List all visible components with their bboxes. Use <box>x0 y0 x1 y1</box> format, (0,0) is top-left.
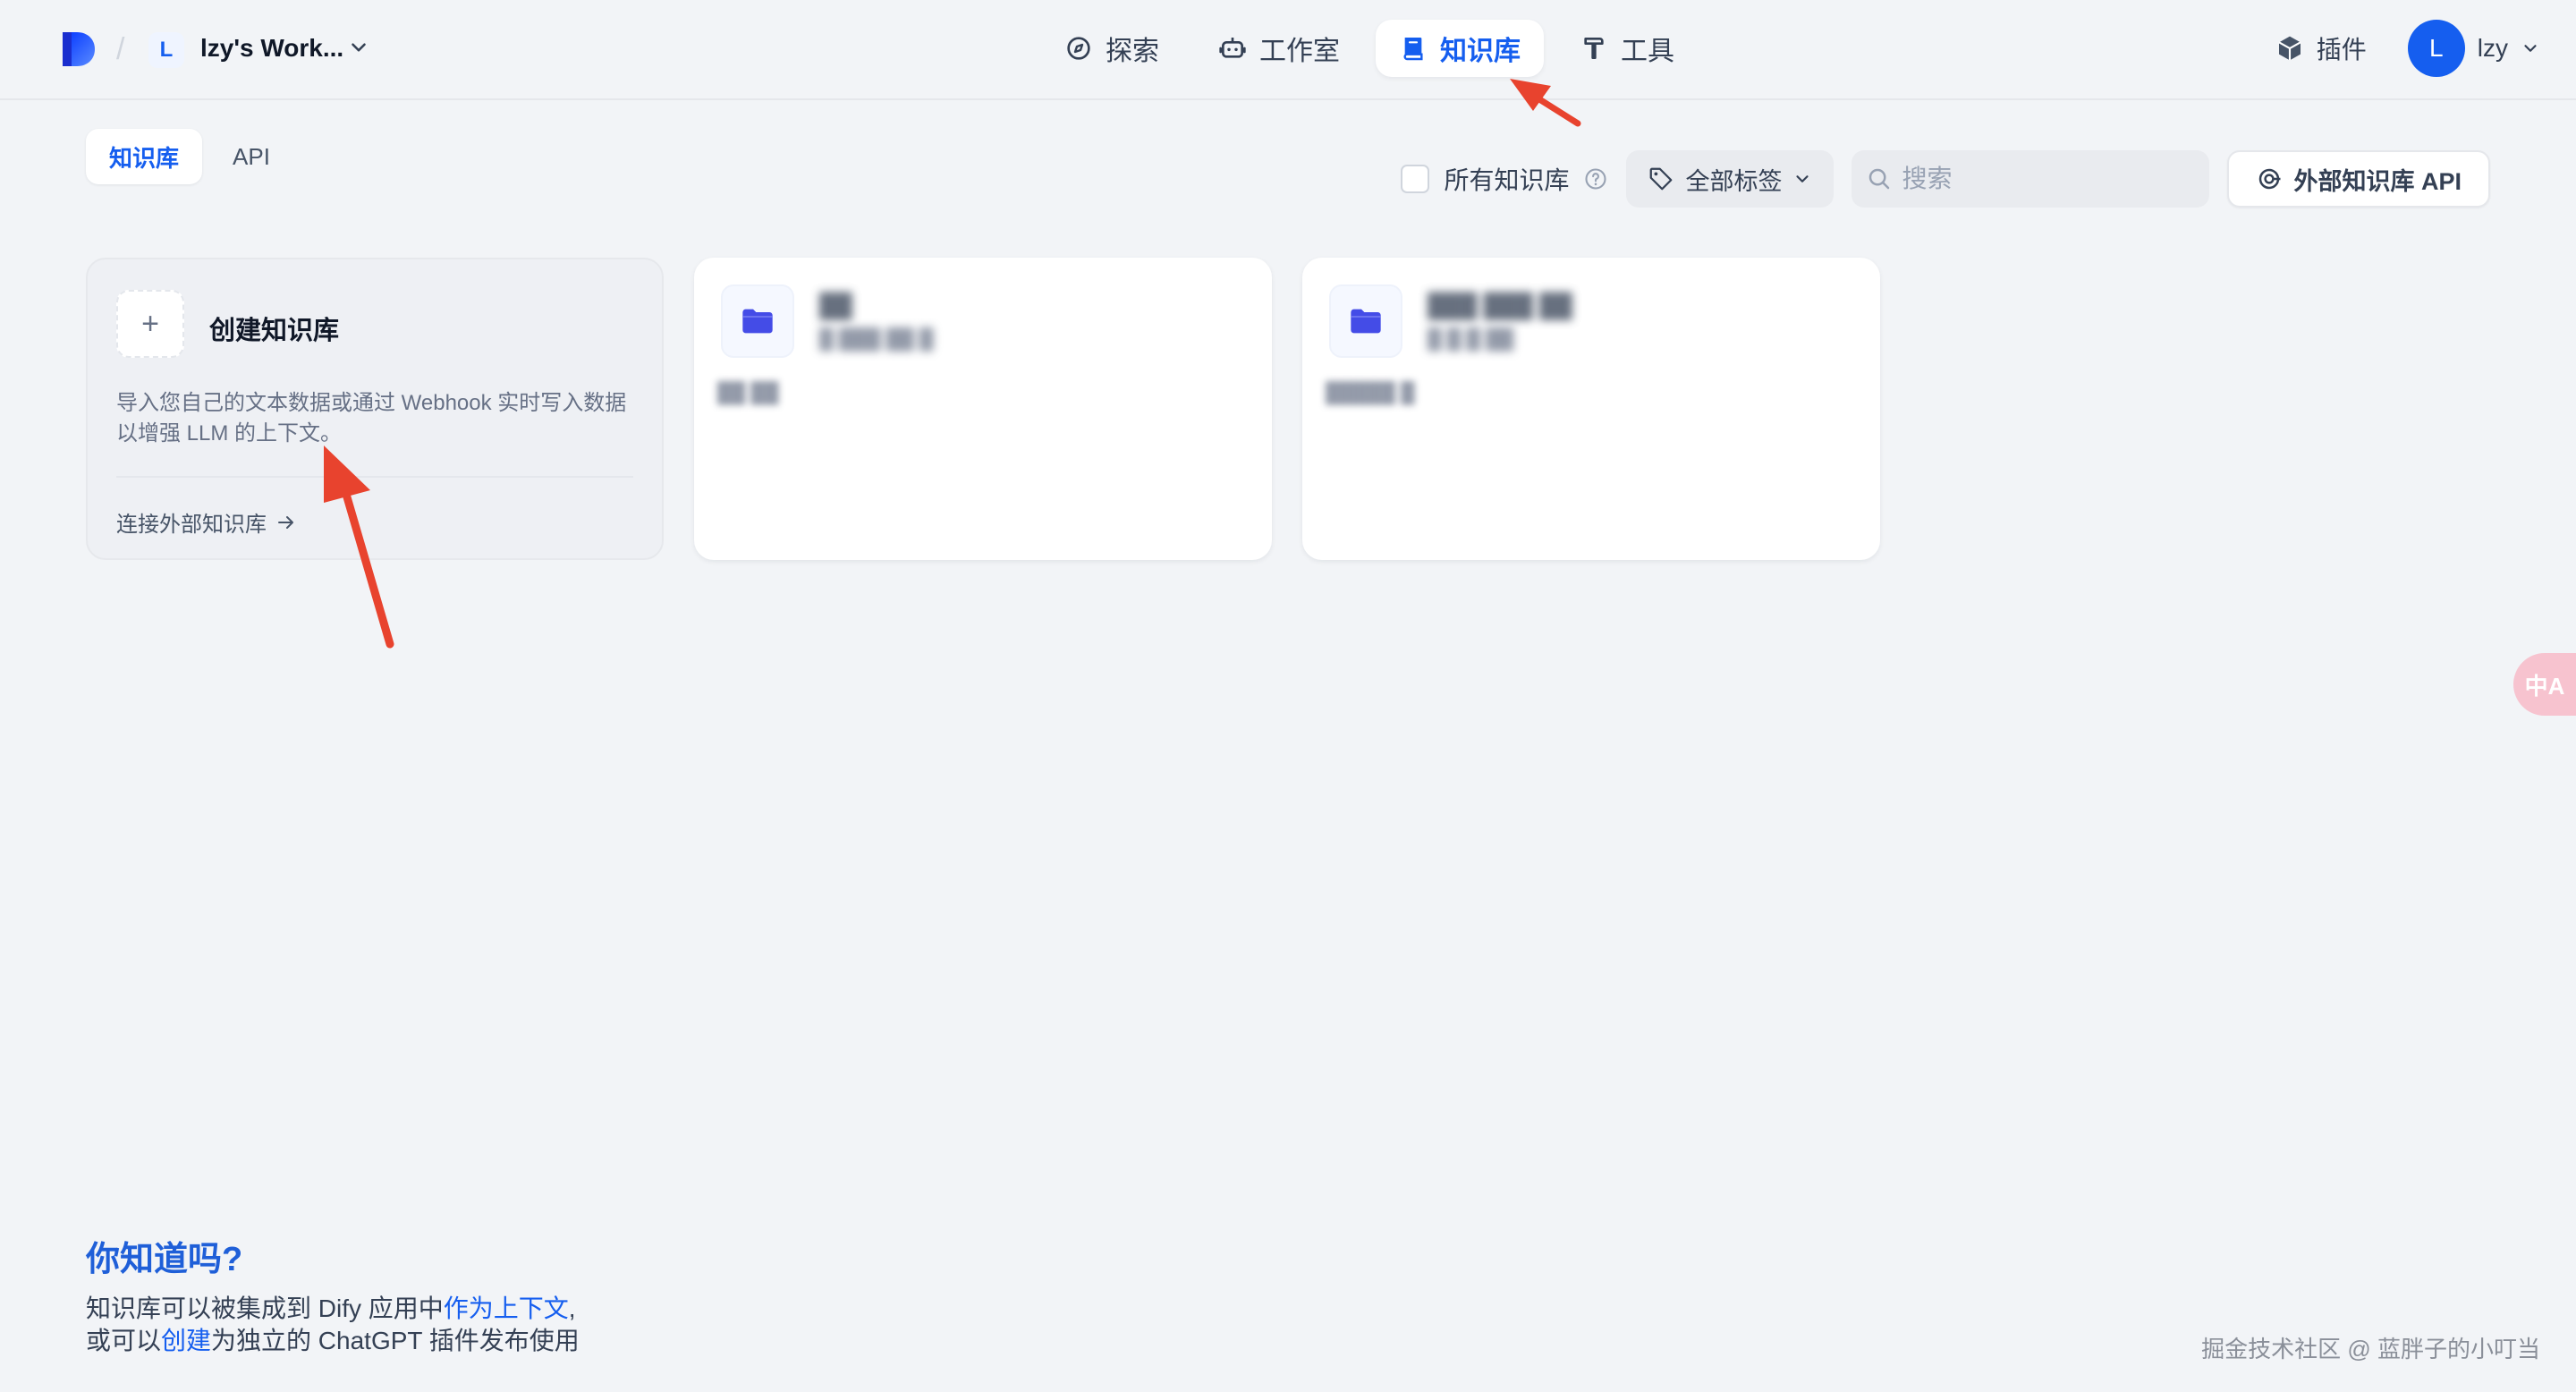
tip-line-2: 或可以创建为独立的 ChatGPT 插件发布使用 <box>86 1325 580 1357</box>
book-icon <box>1403 38 1423 61</box>
nav-studio[interactable]: 工作室 <box>1195 20 1363 77</box>
tag-icon <box>1650 167 1673 191</box>
search-input[interactable] <box>1902 165 2196 193</box>
kb-icon-box <box>721 284 794 358</box>
all-knowledge-label: 所有知识库 <box>1444 166 1570 194</box>
all-knowledge-filter[interactable]: 所有知识库 <box>1401 161 1608 197</box>
nav-explore[interactable]: 探索 <box>1041 20 1182 77</box>
tag-filter-label: 全部标签 <box>1685 167 1783 195</box>
tip-line-1: 知识库可以被集成到 Dify 应用中作为上下文, <box>86 1293 580 1325</box>
plugins-button[interactable]: 插件 <box>2258 20 2385 77</box>
workspace-avatar[interactable]: L <box>148 32 184 68</box>
kb-meta: █ ███ ██ █ <box>819 327 934 350</box>
chevron-down-icon[interactable] <box>347 36 370 59</box>
dify-logo-icon[interactable] <box>59 30 97 68</box>
cube-icon <box>2278 36 2301 61</box>
search-icon <box>1869 168 1890 190</box>
breadcrumb-separator: / <box>116 32 125 66</box>
chevron-down-icon <box>1796 175 1809 182</box>
kb-icon-box <box>1329 284 1402 358</box>
top-bar: / L lzy's Work... 探索 工作室 知识库 工具 插件 L lzy <box>0 0 2576 100</box>
tip-link-create[interactable]: 创建 <box>161 1327 211 1354</box>
knowledge-card[interactable]: ███ ███ ██ █ █ █ ██ █████ █ <box>1302 258 1880 560</box>
tab-knowledge[interactable]: 知识库 <box>86 129 203 184</box>
nav-tools[interactable]: 工具 <box>1556 20 1698 77</box>
user-menu[interactable]: L lzy <box>2407 20 2540 77</box>
nav-explore-label: 探索 <box>1106 37 1159 66</box>
robot-icon <box>1219 38 1246 58</box>
nav-knowledge-label: 知识库 <box>1440 37 1521 66</box>
external-api-button[interactable]: 外部知识库 API <box>2227 150 2490 208</box>
tip-text: 为独立的 ChatGPT 插件发布使用 <box>211 1327 580 1354</box>
plugins-label: 插件 <box>2316 36 2367 64</box>
main-nav: 探索 工作室 知识库 工具 <box>1041 20 1698 77</box>
kb-name: ███ ███ ██ <box>1428 292 1572 318</box>
nav-studio-label: 工作室 <box>1259 37 1340 66</box>
kb-tag: ██ ██ <box>717 381 779 403</box>
nav-tools-label: 工具 <box>1621 37 1674 66</box>
help-circle-icon[interactable] <box>1583 166 1608 191</box>
divider <box>116 476 633 478</box>
annotation-arrows <box>324 79 1581 649</box>
create-knowledge-description: 导入您自己的文本数据或通过 Webhook 实时写入数据以增强 LLM 的上下文… <box>116 391 627 446</box>
kb-tag: █████ █ <box>1326 381 1415 403</box>
connect-external-label: 连接外部知识库 <box>116 513 267 537</box>
connect-external-knowledge-link[interactable]: 连接外部知识库 <box>116 506 297 538</box>
arrow-right-icon <box>278 515 293 529</box>
plus-icon: + <box>116 290 184 358</box>
external-api-label: 外部知识库 API <box>2293 167 2462 195</box>
tip-link-context[interactable]: 作为上下文 <box>444 1294 569 1322</box>
nav-knowledge[interactable]: 知识库 <box>1376 20 1544 77</box>
avatar[interactable]: L <box>2407 20 2465 77</box>
folder-icon <box>742 309 773 334</box>
tag-filter-dropdown[interactable]: 全部标签 <box>1626 150 1835 208</box>
create-knowledge-title: 创建知识库 <box>209 317 340 345</box>
user-name: lzy <box>2477 34 2508 62</box>
tip-text: 知识库可以被集成到 Dify 应用中 <box>86 1294 444 1322</box>
kb-meta: █ █ █ ██ <box>1428 327 1514 350</box>
tab-api[interactable]: API <box>209 129 293 184</box>
compass-icon <box>1067 37 1090 60</box>
create-knowledge-card[interactable]: + 创建知识库 导入您自己的文本数据或通过 Webhook 实时写入数据以增强 … <box>86 258 664 560</box>
kb-name: ██ <box>819 292 852 318</box>
search-box[interactable] <box>1852 150 2210 208</box>
hammer-icon <box>1584 38 1604 59</box>
api-connection-icon <box>2259 168 2281 190</box>
tip-text: , <box>568 1294 576 1322</box>
header-right-tools: 插件 L lzy <box>2258 20 2540 77</box>
watermark: 掘金技术社区 @ 蓝胖子的小叮当 <box>2201 1336 2540 1362</box>
tip-section: 你知道吗? 知识库可以被集成到 Dify 应用中作为上下文, 或可以创建为独立的… <box>86 1231 580 1357</box>
tip-text: 或可以 <box>86 1327 162 1354</box>
knowledge-card[interactable]: ██ █ ███ ██ █ ██ ██ <box>694 258 1272 560</box>
filter-bar: 所有知识库 全部标签 外部知识库 API <box>1401 150 2490 208</box>
folder-icon <box>1351 309 1381 334</box>
translate-float-button[interactable]: 中A <box>2513 653 2576 716</box>
all-knowledge-checkbox[interactable] <box>1401 165 1430 193</box>
content-tabs: 知识库 API <box>86 129 293 184</box>
tip-title: 你知道吗? <box>86 1241 243 1278</box>
chevron-down-icon[interactable] <box>2521 38 2540 58</box>
workspace-name[interactable]: lzy's Work... <box>200 34 343 63</box>
